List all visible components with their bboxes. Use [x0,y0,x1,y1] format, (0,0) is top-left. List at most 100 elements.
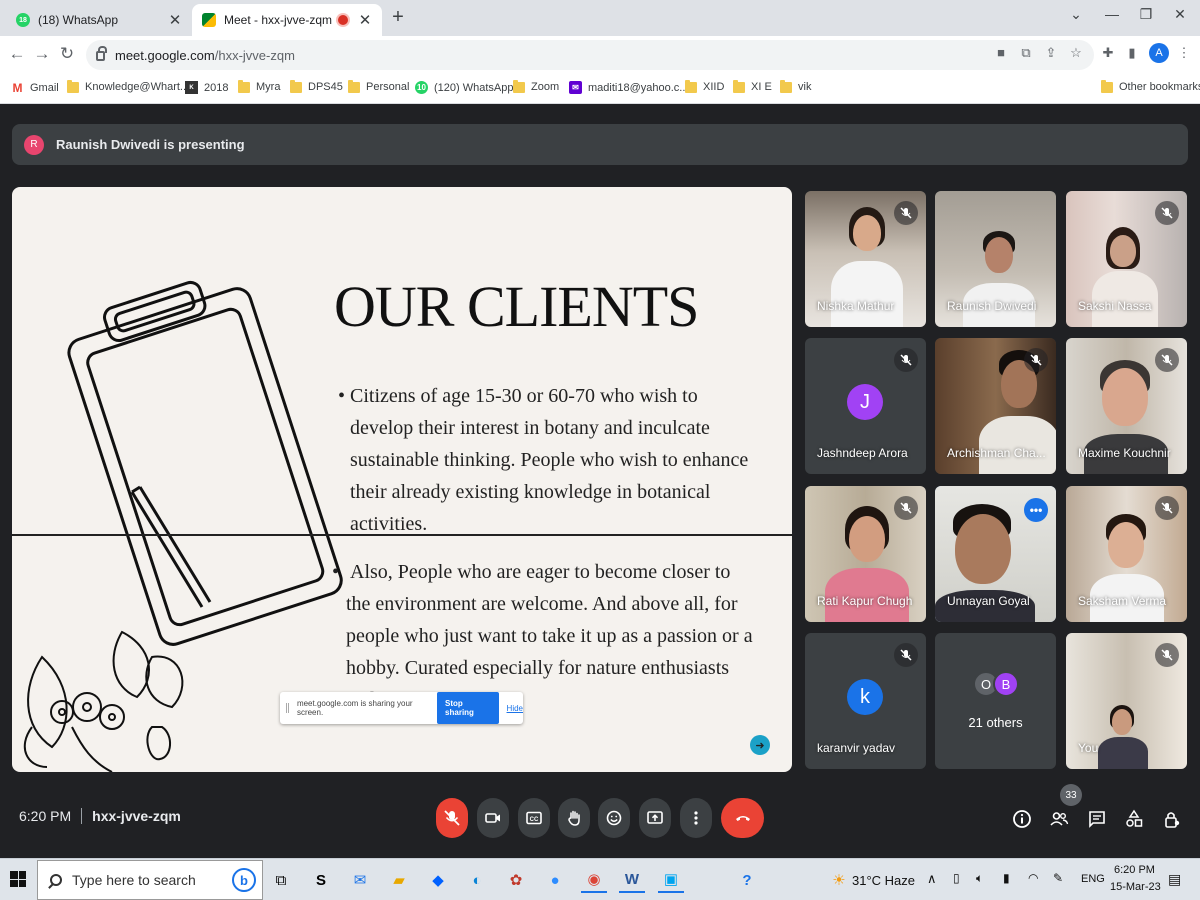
s-app-icon[interactable]: S [308,867,334,893]
participant-tile[interactable]: Rati Kapur Chugh [805,486,926,622]
video-app-icon[interactable]: ▣ [658,867,684,893]
microphone-icon[interactable]: ▮ [1003,871,1010,885]
bookmark-item[interactable]: 10 (120) WhatsApp [415,81,513,94]
participant-tile[interactable]: J Jashndeep Arora [805,338,926,474]
host-controls-button[interactable] [1160,807,1184,831]
menu-kebab-icon[interactable]: ⋮ [1175,45,1193,61]
profile-avatar[interactable]: A [1149,43,1169,63]
tab-meet[interactable]: Meet - hxx-jvve-zqm ✕ [192,4,382,36]
restore-icon[interactable]: ❐ [1136,6,1156,23]
captions-button[interactable]: CC [518,798,550,838]
shared-screen[interactable]: OUR CLIENTS • Citizens of age 15-30 or 6… [12,187,792,772]
participant-tile[interactable]: Archishman Cha... [935,338,1056,474]
notification-icon[interactable]: ▤ [1168,871,1181,888]
window-close-icon[interactable]: ✕ [1170,6,1190,23]
participant-tile[interactable]: Sakshi Nassa [1066,191,1187,327]
speaker-icon[interactable]: 🔈︎ [976,871,983,886]
bookmark-item[interactable]: M Gmail [11,81,59,95]
bookmark-item[interactable]: Personal [348,79,409,93]
camera-toggle-button[interactable] [477,798,509,838]
reactions-button[interactable] [598,798,630,838]
raise-hand-button[interactable] [558,798,590,838]
more-options-icon[interactable]: ••• [1024,498,1048,522]
file-explorer-icon[interactable]: ▰ [386,867,412,893]
wifi-icon[interactable]: ◠ [1028,871,1038,885]
present-screen-button[interactable] [639,798,671,838]
hangup-icon [735,816,750,821]
zoom-icon[interactable]: ● [542,867,568,893]
minimize-icon[interactable]: — [1102,6,1122,22]
chevron-up-icon[interactable]: ∧ [927,871,937,887]
clock-date[interactable]: 15-Mar-23 [1110,881,1161,893]
windows-taskbar: Type here to search b ⧉ S ✉ ▰ ◆ ◐ ✿ ● ◉ … [0,858,1200,900]
participant-tile-speaking[interactable]: ••• Unnayan Goyal [935,486,1056,622]
activities-button[interactable] [1122,807,1146,831]
participant-tile[interactable]: Nishka Mathur [805,191,926,327]
other-bookmarks[interactable]: Other bookmarks [1101,79,1200,93]
bullet-text: Also, People who are eager to become clo… [346,561,753,711]
dropbox-icon[interactable]: ◆ [425,867,451,893]
bookmark-item[interactable]: XIID [685,79,724,93]
leave-call-button[interactable] [721,798,764,838]
close-icon[interactable]: ✕ [358,11,372,29]
bing-icon[interactable]: b [232,868,256,892]
weather-text[interactable]: 31°C Haze [852,873,915,888]
bookmark-item[interactable]: K 2018 [185,81,228,94]
reload-icon[interactable]: ↻ [56,44,78,64]
task-view-icon[interactable]: ⧉ [268,867,294,893]
self-tile[interactable]: You [1066,633,1187,769]
chrome-icon[interactable]: ◉ [581,867,607,893]
more-options-button[interactable] [680,798,712,838]
bookmark-item[interactable]: vik [780,79,811,93]
address-bar[interactable]: meet.google.com/hxx-jvve-zqm [86,40,1094,70]
close-icon[interactable]: ✕ [168,11,182,29]
paint-icon[interactable]: ✿ [503,867,529,893]
side-panel-icon[interactable]: ▮ [1123,45,1141,61]
open-in-new-icon[interactable]: ⧉ [1017,45,1035,61]
bookmark-item[interactable]: XI E [733,79,772,93]
participant-tile[interactable]: k karanvir yadav [805,633,926,769]
word-icon[interactable]: W [619,867,645,893]
meeting-details-button[interactable] [1010,807,1034,831]
taskbar-search[interactable]: Type here to search b [37,860,263,900]
share-icon[interactable]: ⇪ [1042,45,1060,61]
participant-tile[interactable]: Maxime Kouchnir [1066,338,1187,474]
back-arrow-icon[interactable]: ← [6,44,28,64]
others-tile[interactable]: O B 21 others [935,633,1056,769]
participant-name: Nishka Mathur [817,299,895,313]
hide-link[interactable]: Hide [507,704,523,713]
bookmark-item[interactable]: Myra [238,79,280,93]
whatsapp-icon: 18 [16,13,30,27]
participant-tile[interactable]: Raunish Dwivedi [935,191,1056,327]
mail-icon[interactable]: ✉ [347,867,373,893]
participant-name: Sakshi Nassa [1078,299,1152,313]
bookmark-item[interactable]: Knowledge@Whart... [67,79,189,93]
participant-tile[interactable]: Saksham Verma [1066,486,1187,622]
bookmark-item[interactable]: DPS45 [290,79,343,93]
url-host: meet.google.com [115,47,215,63]
help-icon[interactable]: ? [734,867,760,893]
stop-sharing-button[interactable]: Stop sharing [437,692,499,724]
mic-toggle-button[interactable] [436,798,468,838]
camera-in-use-icon[interactable]: ■ [992,45,1010,60]
new-tab-button[interactable]: + [388,6,408,29]
clock-time[interactable]: 6:20 PM [1114,864,1155,876]
forward-arrow-icon[interactable]: → [31,44,53,64]
device-icon[interactable]: ▯ [953,871,960,885]
tab-search-icon[interactable]: ⌄ [1066,6,1086,23]
participant-avatar: J [847,384,883,420]
drag-handle-icon[interactable] [286,703,289,713]
windows-start-icon[interactable] [10,871,26,887]
separator [81,808,83,824]
yahoo-icon: ✉ [569,81,582,94]
bookmark-item[interactable]: ✉ maditi18@yahoo.c... [569,81,688,94]
people-button[interactable] [1047,807,1071,831]
bookmark-item[interactable]: Zoom [513,79,559,93]
language-indicator[interactable]: ENG [1081,873,1105,885]
pen-icon[interactable]: ✎ [1053,871,1063,885]
tab-whatsapp[interactable]: 18 (18) WhatsApp ✕ [6,4,192,36]
chat-button[interactable] [1085,807,1109,831]
extensions-icon[interactable]: ✚ [1099,45,1117,61]
edge-icon[interactable]: ◐ [464,867,490,893]
star-icon[interactable]: ☆ [1067,45,1085,61]
